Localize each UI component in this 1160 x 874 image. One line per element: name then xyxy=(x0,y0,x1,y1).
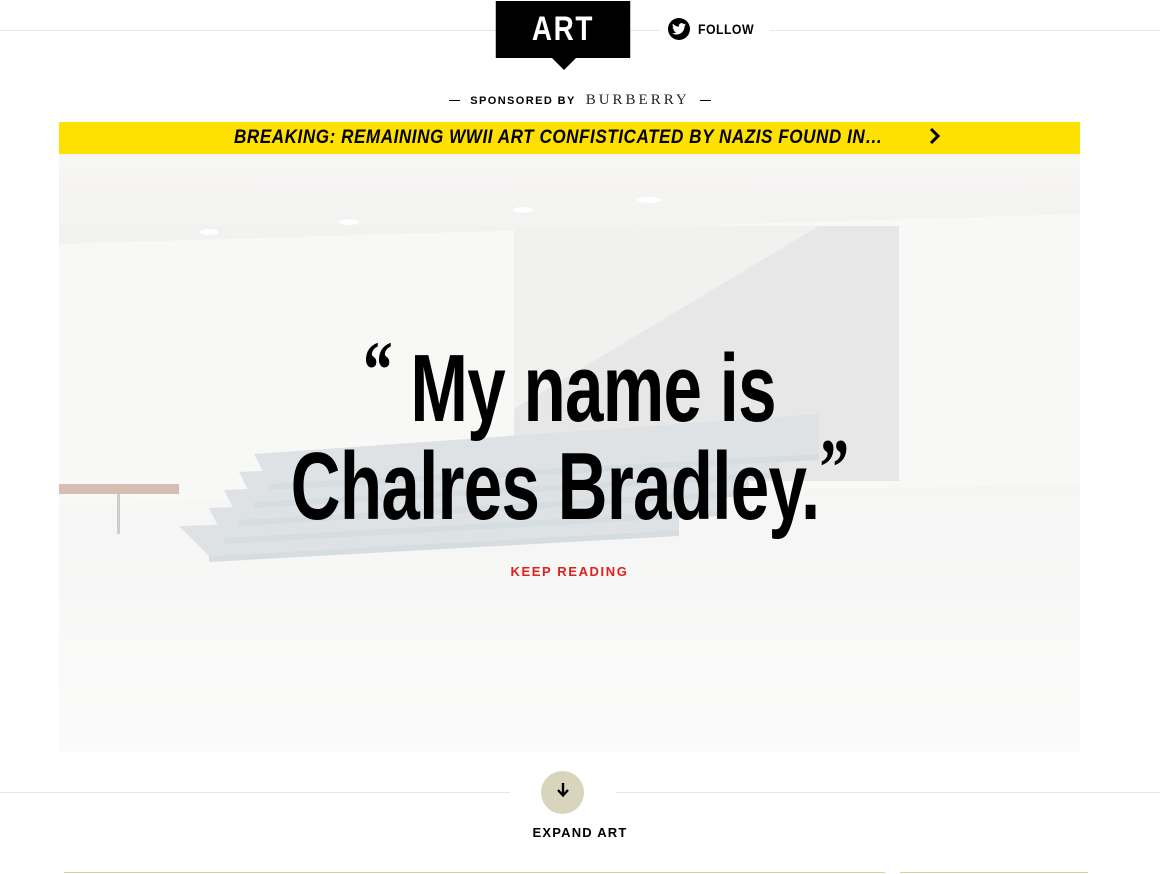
section-tab-art[interactable]: ART xyxy=(495,1,631,58)
open-quote-mark: “ xyxy=(363,324,393,415)
sponsor-line: SPONSORED BY BURBERRY xyxy=(0,92,1160,109)
sponsor-dash-left xyxy=(449,100,461,101)
expand-art-button[interactable] xyxy=(541,771,584,814)
sponsor-brand-logo[interactable]: BURBERRY xyxy=(586,92,690,109)
hero-quote: “ My name is Chalres Bradley.” xyxy=(59,329,1080,536)
close-quote-mark: ” xyxy=(819,422,850,513)
quote-line-2: Chalres Bradley.” xyxy=(202,427,937,536)
keep-reading-link[interactable]: KEEP READING xyxy=(59,564,1080,579)
arrow-down-icon xyxy=(556,782,570,803)
hero-art-panel: “ My name is Chalres Bradley.” KEEP READ… xyxy=(59,154,1080,752)
twitter-icon xyxy=(668,18,690,40)
chevron-right-icon xyxy=(929,127,941,149)
twitter-follow-button[interactable]: FOLLOW xyxy=(660,12,770,46)
sponsor-dash-right xyxy=(699,100,711,101)
breaking-news-banner[interactable]: BREAKING: REMAINING WWII ART CONFISTICAT… xyxy=(59,122,1080,154)
section-tab-label: ART xyxy=(531,10,595,48)
quote-line-2-text: Chalres Bradley. xyxy=(290,433,821,540)
footer-rule-left xyxy=(64,872,885,873)
follow-label: FOLLOW xyxy=(698,21,755,37)
breaking-news-text: BREAKING: REMAINING WWII ART CONFISTICAT… xyxy=(234,127,883,148)
expand-art-label[interactable]: EXPAND ART xyxy=(0,825,1160,840)
footer-rule-right xyxy=(900,872,1088,873)
section-tab-pointer xyxy=(551,57,577,70)
quote-line-1-text: My name is xyxy=(410,335,776,442)
sponsor-prefix: SPONSORED BY xyxy=(470,94,576,107)
